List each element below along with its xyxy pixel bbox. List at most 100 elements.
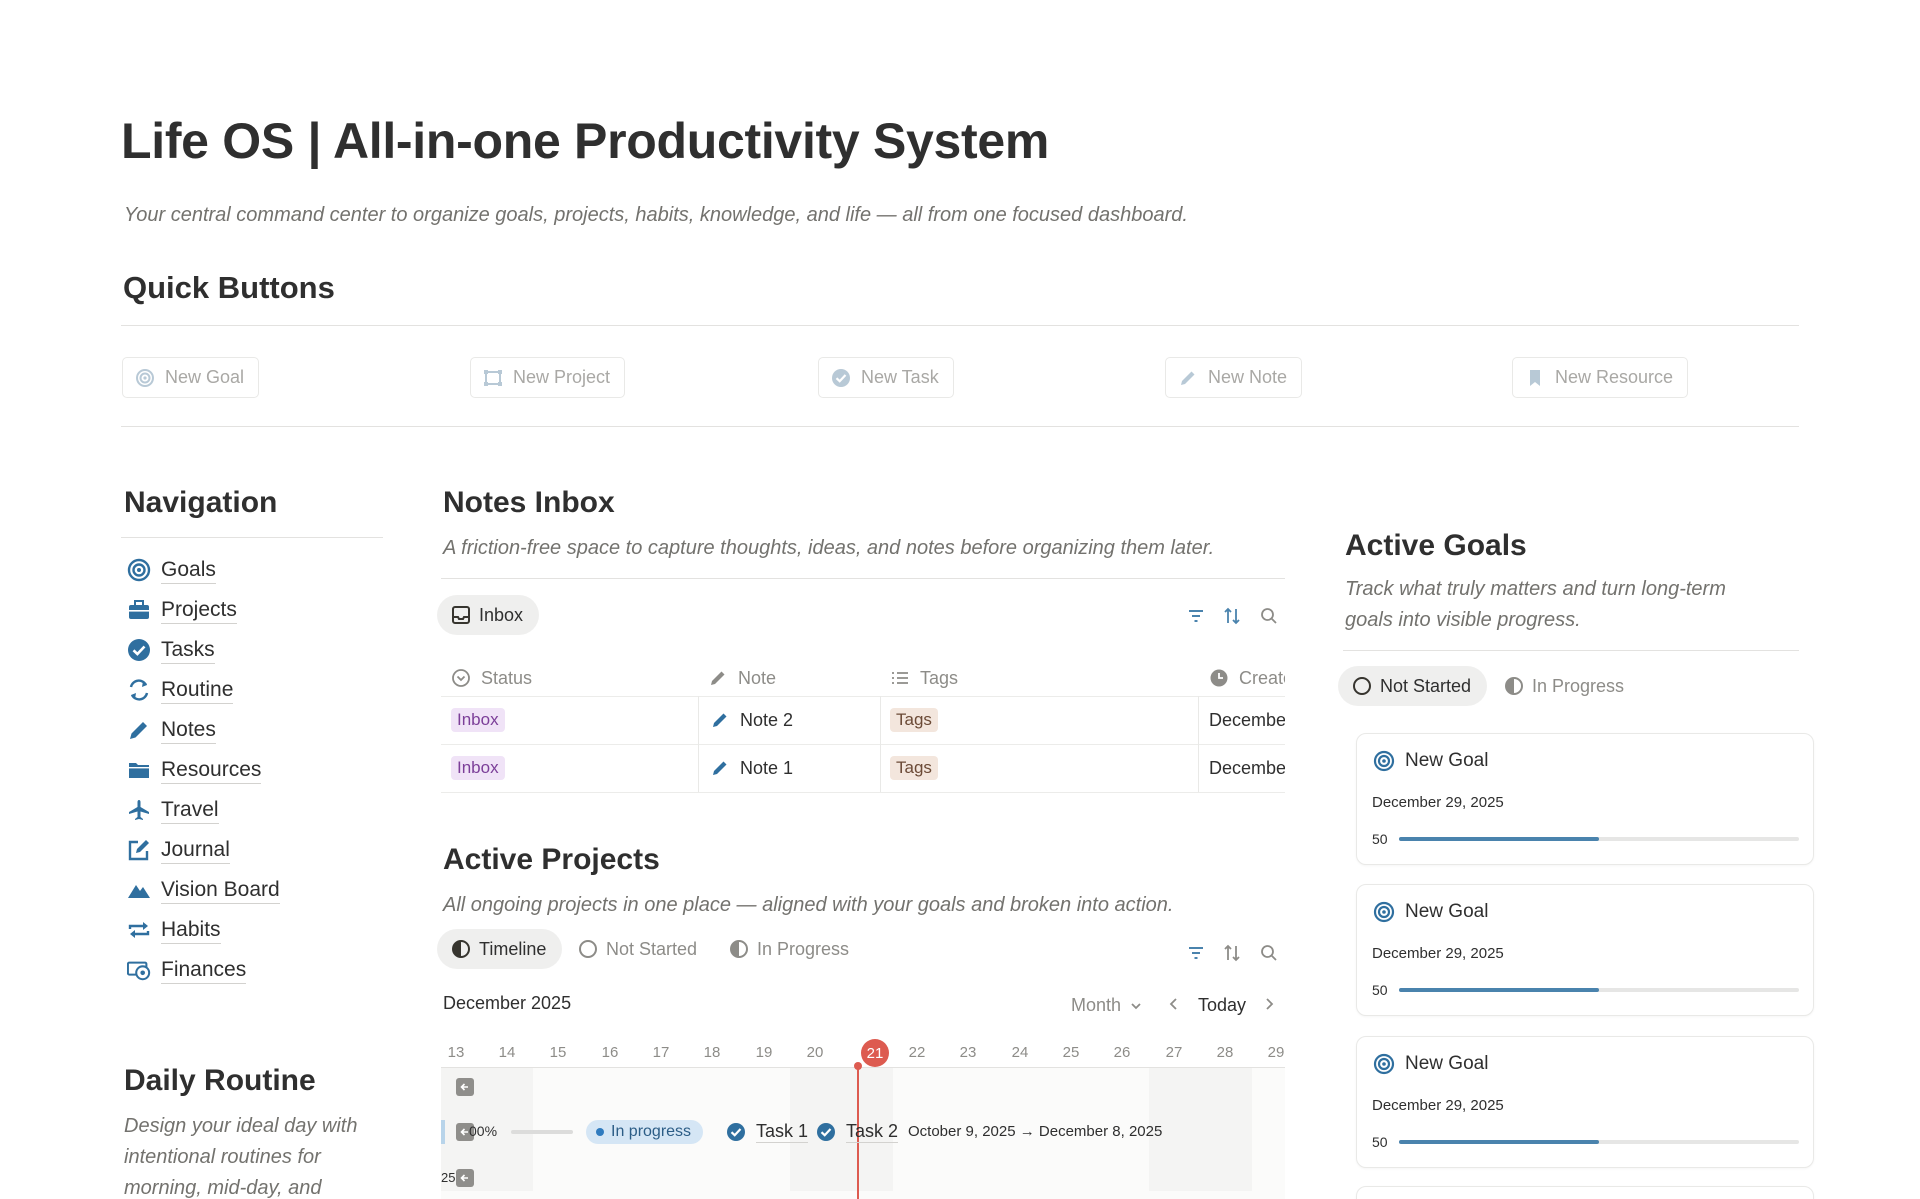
task-link-1[interactable]: Task 1 — [726, 1121, 809, 1143]
goal-progress-value: 50 — [1372, 982, 1388, 998]
table-row-divider — [441, 744, 1285, 745]
new-goal-label: New Goal — [165, 367, 245, 387]
goal-progress-fill — [1399, 837, 1599, 841]
timeline-day: 24 — [1011, 1044, 1029, 1061]
nav-item-travel[interactable]: Travel — [127, 794, 219, 826]
nav-item-label: Resources — [161, 757, 262, 784]
prev-period-button[interactable] — [1167, 996, 1181, 1017]
column-status[interactable]: Status — [451, 660, 532, 696]
timeline-day: 14 — [498, 1044, 516, 1061]
column-divider — [1198, 696, 1199, 792]
nav-item-label: Notes — [161, 717, 216, 744]
tab-in-progress[interactable]: In Progress — [715, 929, 865, 969]
next-period-button[interactable] — [1262, 996, 1276, 1017]
target-icon — [1373, 901, 1395, 923]
nav-item-habits[interactable]: Habits — [127, 914, 221, 946]
nav-item-journal[interactable]: Journal — [127, 834, 230, 866]
nav-item-vision-board[interactable]: Vision Board — [127, 874, 280, 906]
timeline-day: 20 — [806, 1044, 824, 1061]
note-title[interactable]: Note 2 — [710, 696, 793, 744]
status-badge: Inbox — [451, 756, 505, 780]
task-link-2[interactable]: Task 2 — [816, 1121, 899, 1143]
new-project-button[interactable]: New Project — [470, 357, 626, 398]
status-dot — [596, 1128, 604, 1136]
nav-item-finances[interactable]: Finances — [127, 954, 247, 986]
column-note[interactable]: Note — [708, 660, 776, 696]
row-stub-text: 25 — [441, 1170, 455, 1185]
timeline-day: 16 — [601, 1044, 619, 1061]
navigation-heading: Navigation — [124, 486, 278, 519]
goal-progress-value: 50 — [1372, 831, 1388, 847]
nav-item-projects[interactable]: Projects — [127, 594, 237, 626]
arrow-left-icon[interactable] — [456, 1169, 474, 1187]
empty-circle-icon — [1352, 676, 1372, 696]
divider — [121, 537, 383, 538]
column-divider — [880, 696, 881, 792]
filter-icon[interactable] — [1185, 605, 1207, 627]
timeline-scale-select[interactable]: Month — [1071, 995, 1143, 1016]
pencil-icon — [708, 668, 728, 688]
timeline-month: December 2025 — [443, 993, 572, 1013]
sort-icon[interactable] — [1221, 942, 1243, 964]
new-goal-button[interactable]: New Goal — [122, 357, 260, 398]
check-circle-icon — [816, 1122, 836, 1142]
nav-item-tasks[interactable]: Tasks — [127, 634, 215, 666]
nav-item-label: Travel — [161, 797, 219, 824]
nav-item-goals[interactable]: Goals — [127, 554, 216, 586]
created-date: December — [1209, 709, 1285, 730]
nav-item-resources[interactable]: Resources — [127, 754, 262, 786]
search-icon[interactable] — [1258, 942, 1280, 964]
timeline-day: 19 — [755, 1044, 773, 1061]
new-note-button[interactable]: New Note — [1165, 357, 1303, 398]
active-goals-description: Track what truly matters and turn long-t… — [1345, 578, 1726, 631]
notes-inbox-description: A friction-free space to capture thought… — [443, 537, 1215, 559]
nav-item-label: Routine — [161, 677, 234, 704]
nav-item-label: Projects — [161, 597, 237, 624]
weekend-band — [1149, 1068, 1252, 1191]
column-tags[interactable]: Tags — [890, 660, 958, 696]
goal-card[interactable]: New Goal December 29, 2025 50 — [1356, 733, 1814, 865]
mountain-icon — [127, 878, 151, 902]
timeline-day: 22 — [908, 1044, 926, 1061]
airplane-icon — [127, 798, 151, 822]
search-icon[interactable] — [1258, 605, 1280, 627]
tab-in-progress[interactable]: In Progress — [1490, 666, 1640, 706]
status-icon — [451, 668, 471, 688]
arrows-cycle-icon — [127, 918, 151, 942]
goal-card[interactable] — [1356, 1186, 1814, 1199]
nav-item-label: Goals — [161, 557, 216, 584]
sort-icon[interactable] — [1221, 605, 1243, 627]
goal-date: December 29, 2025 — [1372, 1097, 1504, 1114]
note-title[interactable]: Note 1 — [710, 744, 793, 792]
tab-inbox[interactable]: Inbox — [437, 595, 540, 635]
nav-item-label: Vision Board — [161, 877, 280, 904]
nav-item-routine[interactable]: Routine — [127, 674, 234, 706]
page-subtitle: Your central command center to organize … — [124, 204, 1188, 226]
goal-title: New Goal — [1373, 750, 1488, 772]
timeline-bar-edge — [441, 1120, 445, 1144]
goal-card[interactable]: New Goal December 29, 2025 50 — [1356, 884, 1814, 1016]
divider — [121, 426, 1799, 427]
timeline-day: 13 — [447, 1044, 465, 1061]
tab-not-started[interactable]: Not Started — [564, 929, 713, 969]
created-date: December — [1209, 757, 1285, 778]
new-task-button[interactable]: New Task — [818, 357, 954, 398]
nav-item-notes[interactable]: Notes — [127, 714, 216, 746]
new-note-label: New Note — [1208, 367, 1288, 387]
arrow-left-icon[interactable] — [456, 1078, 474, 1096]
filter-icon[interactable] — [1185, 942, 1207, 964]
check-circle-icon — [127, 638, 151, 662]
money-icon — [127, 958, 151, 982]
tab-not-started[interactable]: Not Started — [1338, 666, 1488, 706]
new-resource-button[interactable]: New Resource — [1512, 357, 1689, 398]
daily-routine-description: Design your ideal day with intentional r… — [124, 1115, 358, 1199]
tab-timeline[interactable]: Timeline — [437, 929, 563, 969]
new-resource-label: New Resource — [1555, 367, 1674, 387]
goal-progress-fill — [1399, 988, 1599, 992]
goal-card[interactable]: New Goal December 29, 2025 50 — [1356, 1036, 1814, 1168]
target-icon — [1373, 750, 1395, 772]
timeline-day: 27 — [1165, 1044, 1183, 1061]
edit-square-icon — [127, 838, 151, 862]
column-created[interactable]: Create — [1209, 660, 1285, 696]
today-button[interactable]: Today — [1198, 995, 1246, 1016]
